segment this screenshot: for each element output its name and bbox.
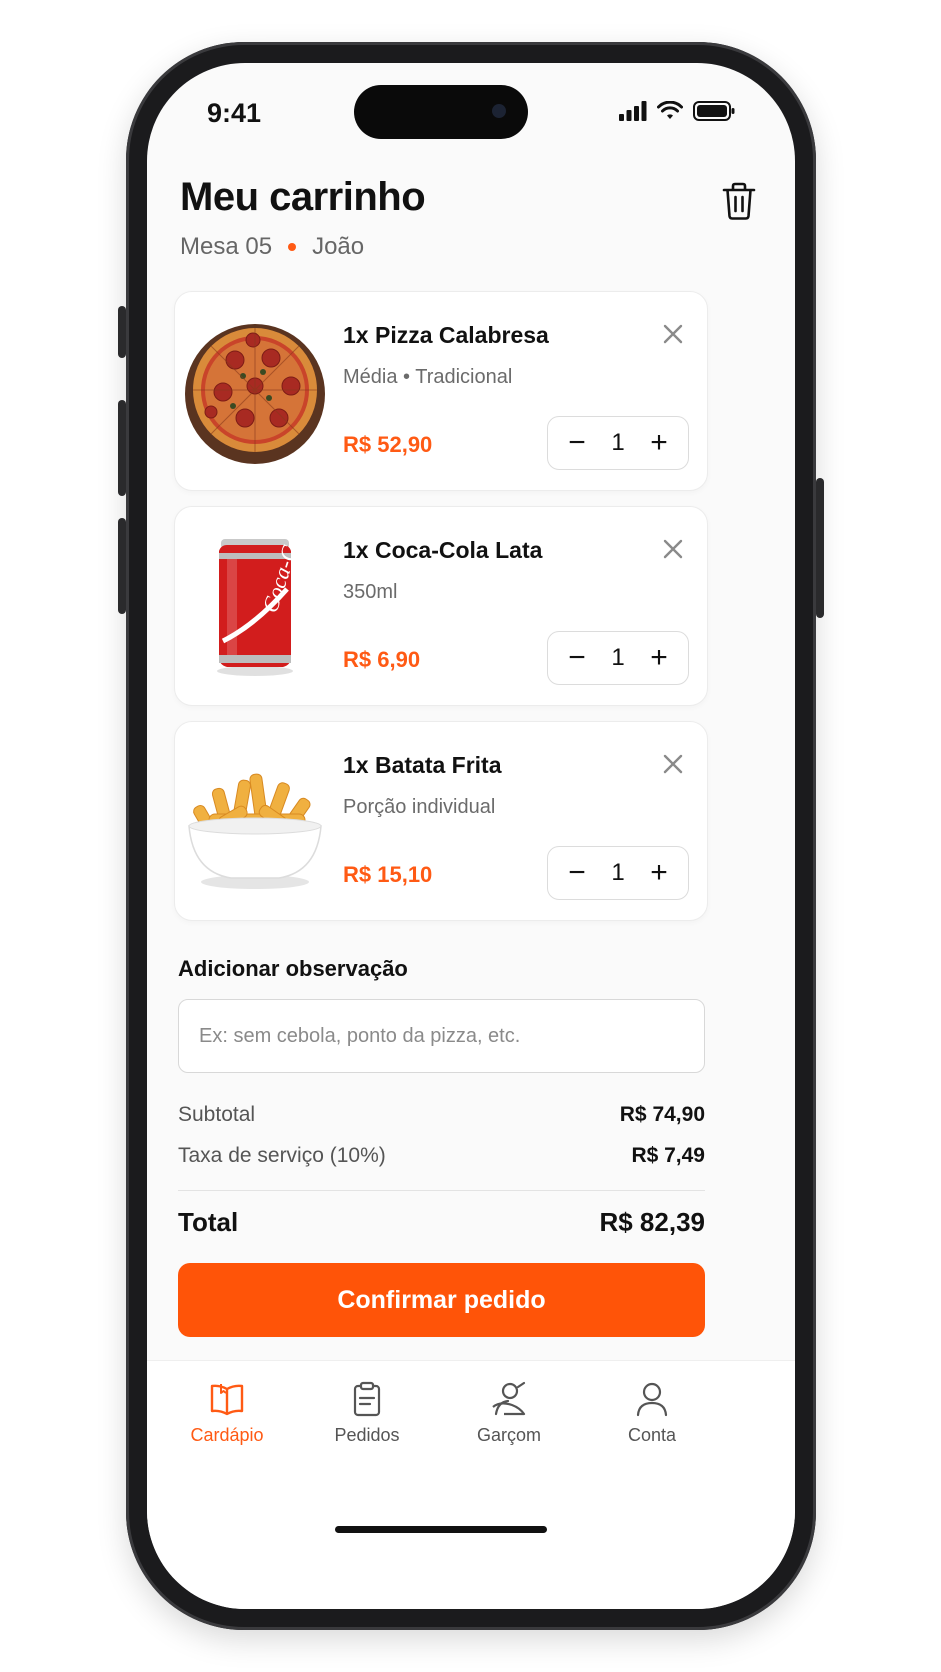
soda-can-image: Coca-Cola xyxy=(217,529,311,676)
item-name: 1x Batata Frita xyxy=(343,752,502,778)
status-icons xyxy=(619,101,735,121)
bottom-tab-bar: Cardápio Pedidos Garçom Conta xyxy=(147,1360,795,1609)
summary-divider xyxy=(178,1190,705,1191)
tab-garcom[interactable]: Garçom xyxy=(449,1381,569,1446)
observation-input[interactable] xyxy=(178,999,705,1073)
tab-label: Cardápio xyxy=(190,1425,264,1445)
dynamic-island xyxy=(354,85,528,139)
cart-item-card: 1x Pizza Calabresa Média • Tradicional R… xyxy=(174,291,708,491)
item-description: 350ml xyxy=(343,581,398,603)
total-row: Total R$ 82,39 xyxy=(178,1207,705,1238)
service-fee-row: Taxa de serviço (10%) R$ 7,49 xyxy=(178,1144,705,1168)
item-price: R$ 15,10 xyxy=(343,862,433,887)
quantity-value: 1 xyxy=(611,644,625,671)
waiter-icon xyxy=(492,1381,526,1416)
home-indicator xyxy=(335,1526,547,1533)
close-icon[interactable] xyxy=(661,752,685,776)
total-value: R$ 82,39 xyxy=(599,1207,705,1237)
battery-icon xyxy=(693,101,735,121)
confirm-order-button[interactable]: Confirmar pedido xyxy=(178,1263,705,1337)
page-title: Meu carrinho xyxy=(180,175,426,219)
close-icon[interactable] xyxy=(661,537,685,561)
subtotal-label: Subtotal xyxy=(178,1103,256,1126)
observation-label: Adicionar observação xyxy=(178,956,408,981)
increase-quantity-button[interactable]: + xyxy=(646,858,672,888)
tab-cardapio[interactable]: Cardápio xyxy=(167,1381,287,1446)
phone-side-button xyxy=(118,306,126,358)
total-label: Total xyxy=(178,1207,239,1237)
item-price: R$ 6,90 xyxy=(343,647,421,672)
quantity-stepper: − 1 + xyxy=(547,416,689,470)
tab-label: Garçom xyxy=(476,1425,541,1445)
status-time: 9:41 xyxy=(207,98,262,128)
wifi-icon xyxy=(657,101,683,119)
order-context: Mesa 05 João xyxy=(180,233,364,261)
item-description: Porção individual xyxy=(343,796,496,818)
trash-icon[interactable] xyxy=(721,181,757,221)
phone-power-button xyxy=(816,478,824,618)
signal-icon xyxy=(619,101,647,121)
clipboard-icon xyxy=(353,1381,381,1417)
quantity-value: 1 xyxy=(611,429,625,456)
tab-conta[interactable]: Conta xyxy=(592,1381,712,1446)
quantity-value: 1 xyxy=(611,859,625,886)
decrease-quantity-button[interactable]: − xyxy=(564,428,590,458)
phone-volume-down xyxy=(118,518,126,614)
tab-pedidos[interactable]: Pedidos xyxy=(307,1381,427,1446)
menu-book-icon xyxy=(210,1384,244,1416)
increase-quantity-button[interactable]: + xyxy=(646,643,672,673)
service-fee-value: R$ 7,49 xyxy=(631,1144,705,1167)
table-label: Mesa 05 xyxy=(180,233,273,260)
decrease-quantity-button[interactable]: − xyxy=(564,858,590,888)
phone-volume-up xyxy=(118,400,126,496)
user-icon xyxy=(636,1382,668,1417)
tab-label: Conta xyxy=(627,1425,677,1445)
item-name: 1x Coca-Cola Lata xyxy=(343,537,543,563)
pizza-image xyxy=(185,324,325,464)
customer-name: João xyxy=(312,233,365,260)
item-description: Média • Tradicional xyxy=(343,366,513,388)
service-fee-label: Taxa de serviço (10%) xyxy=(178,1144,386,1167)
tab-label: Pedidos xyxy=(334,1425,400,1445)
close-icon[interactable] xyxy=(661,322,685,346)
fries-bowl-image xyxy=(188,773,322,889)
separator-dot xyxy=(288,243,297,251)
app-screen: 9:41 Meu carrinho Mesa 05 João 1x Pizza … xyxy=(147,63,795,1609)
subtotal-value: R$ 74,90 xyxy=(619,1103,705,1126)
quantity-stepper: − 1 + xyxy=(547,631,689,685)
cart-item-card: Coca-Cola 1x Coca-Cola Lata 350ml R$ 6,9… xyxy=(174,506,708,706)
cart-item-card: 1x Batata Frita Porção individual R$ 15,… xyxy=(174,721,708,921)
increase-quantity-button[interactable]: + xyxy=(646,428,672,458)
item-name: 1x Pizza Calabresa xyxy=(343,322,549,348)
decrease-quantity-button[interactable]: − xyxy=(564,643,590,673)
subtotal-row: Subtotal R$ 74,90 xyxy=(178,1103,705,1127)
item-price: R$ 52,90 xyxy=(343,432,433,457)
quantity-stepper: − 1 + xyxy=(547,846,689,900)
